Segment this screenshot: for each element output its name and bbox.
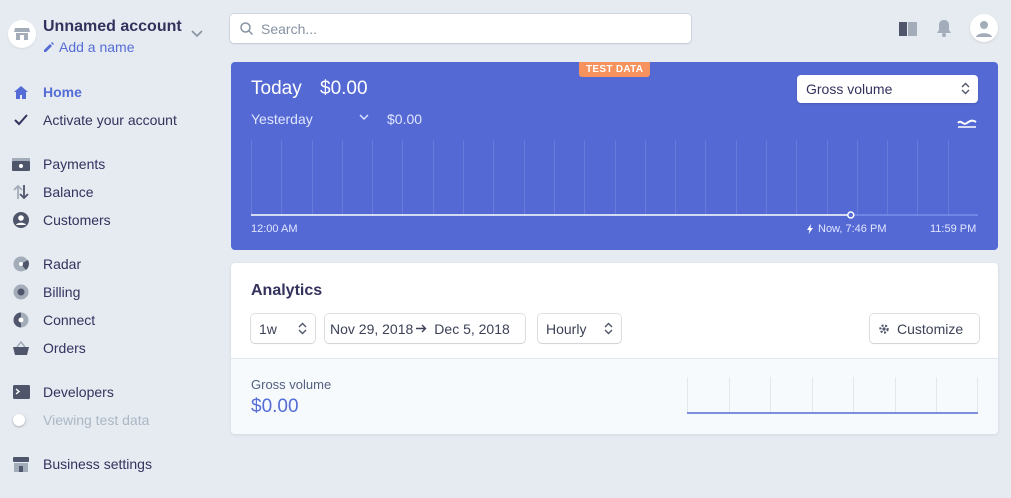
compare-value: $0.00 (387, 111, 423, 127)
connect-icon (12, 311, 30, 329)
analytics-card: Analytics 1w Nov 29, 2018 Dec 5, 2018 Ho… (231, 263, 998, 434)
now-label-text: Now, 7:46 PM (818, 223, 887, 235)
billing-icon (12, 283, 30, 301)
sidebar-item-label: Developers (43, 384, 114, 400)
add-name-label: Add a name (59, 39, 135, 55)
toggle-switch[interactable] (12, 411, 30, 429)
x-axis-start-label: 12:00 AM (251, 223, 298, 235)
sidebar-item-radar[interactable]: Radar (12, 252, 212, 276)
metric-select[interactable]: Gross volume (797, 75, 978, 103)
toggle-label: Viewing test data (43, 412, 150, 428)
gear-icon (879, 323, 889, 334)
avatar[interactable] (970, 14, 998, 42)
today-label: Today (251, 78, 302, 99)
search-icon (240, 22, 253, 35)
gross-volume-label: Gross volume (251, 377, 332, 392)
compare-period-select[interactable]: Yesterday (251, 111, 313, 127)
add-name-link[interactable]: Add a name (43, 38, 182, 56)
compare-period-label: Yesterday (251, 111, 313, 127)
today-chart (251, 140, 978, 219)
range-select-value: 1w (259, 320, 277, 337)
sidebar-item-label: Billing (43, 284, 81, 300)
sidebar-item-activate[interactable]: Activate your account (12, 108, 212, 132)
checkmark-icon (12, 111, 30, 129)
today-value: $0.00 (320, 78, 368, 99)
metric-select-value: Gross volume (806, 81, 893, 97)
sidebar-item-label: Radar (43, 256, 82, 272)
sidebar-item-business-settings[interactable]: Business settings (12, 452, 212, 476)
sidebar: Unnamed account Add a name Home Activate… (0, 0, 220, 498)
chevron-down-icon (191, 30, 203, 38)
sidebar-item-label: Business settings (43, 456, 152, 472)
x-axis-now-label: Now, 7:46 PM (807, 223, 886, 235)
user-icon (12, 211, 30, 229)
gross-volume-sparkline (687, 377, 978, 414)
chart-type-icon[interactable] (957, 116, 977, 128)
test-data-toggle[interactable]: Viewing test data (12, 408, 212, 432)
date-end: Dec 5, 2018 (434, 320, 510, 337)
sidebar-item-label: Balance (43, 184, 94, 200)
sidebar-item-label: Home (43, 84, 82, 100)
analytics-title: Analytics (251, 282, 323, 299)
chart-gridlines (251, 140, 949, 215)
interval-select-value: Hourly (546, 320, 587, 337)
storefront-icon (12, 455, 30, 473)
now-marker (847, 211, 855, 219)
sidebar-item-label: Activate your account (43, 112, 177, 128)
transfer-arrows-icon (12, 183, 30, 201)
range-select[interactable]: 1w (251, 314, 315, 343)
account-switcher[interactable]: Unnamed account Add a name (8, 14, 213, 58)
bell-icon[interactable] (931, 15, 957, 41)
sidebar-item-label: Customers (43, 212, 111, 228)
chevron-updown-icon (604, 322, 613, 335)
terminal-icon (12, 383, 30, 401)
sidebar-item-developers[interactable]: Developers (12, 380, 212, 404)
sidebar-item-billing[interactable]: Billing (12, 280, 212, 304)
interval-select[interactable]: Hourly (538, 314, 621, 343)
sidebar-item-label: Orders (43, 340, 86, 356)
docs-book-icon[interactable] (895, 15, 921, 41)
basket-icon (12, 339, 30, 357)
gross-volume-panel[interactable]: Gross volume $0.00 (231, 358, 998, 434)
sidebar-item-label: Payments (43, 156, 106, 172)
today-card: TEST DATA Today $0.00 Yesterday $0.00 Gr… (231, 62, 998, 250)
gross-volume-value: $0.00 (251, 396, 299, 417)
sidebar-item-payments[interactable]: Payments (12, 152, 212, 176)
sidebar-item-label: Connect (43, 312, 96, 328)
home-icon (12, 83, 30, 101)
chevron-updown-icon (961, 82, 970, 95)
lightning-icon (807, 224, 813, 234)
chevron-updown-icon (298, 322, 307, 335)
sidebar-item-home[interactable]: Home (12, 80, 212, 104)
store-icon (8, 20, 36, 48)
customize-label: Customize (897, 320, 964, 337)
account-name: Unnamed account (43, 18, 182, 35)
radar-icon (12, 255, 30, 273)
customize-button[interactable]: Customize (870, 314, 979, 343)
test-data-badge: TEST DATA (579, 62, 651, 77)
sidebar-item-customers[interactable]: Customers (12, 208, 212, 232)
pencil-icon (44, 42, 54, 52)
x-axis-end-label: 11:59 PM (930, 223, 977, 235)
date-start: Nov 29, 2018 (330, 320, 414, 337)
payments-icon (12, 155, 30, 173)
date-range-picker[interactable]: Nov 29, 2018 Dec 5, 2018 (325, 314, 525, 343)
search-input[interactable] (261, 20, 661, 37)
sidebar-item-connect[interactable]: Connect (12, 308, 212, 332)
chevron-down-icon[interactable] (359, 113, 369, 121)
sparkline-gridlines (687, 377, 978, 413)
search-bar[interactable] (230, 14, 691, 43)
sidebar-item-balance[interactable]: Balance (12, 180, 212, 204)
user-icon (976, 21, 992, 37)
sidebar-item-orders[interactable]: Orders (12, 336, 212, 360)
arrow-right-icon (416, 324, 427, 333)
